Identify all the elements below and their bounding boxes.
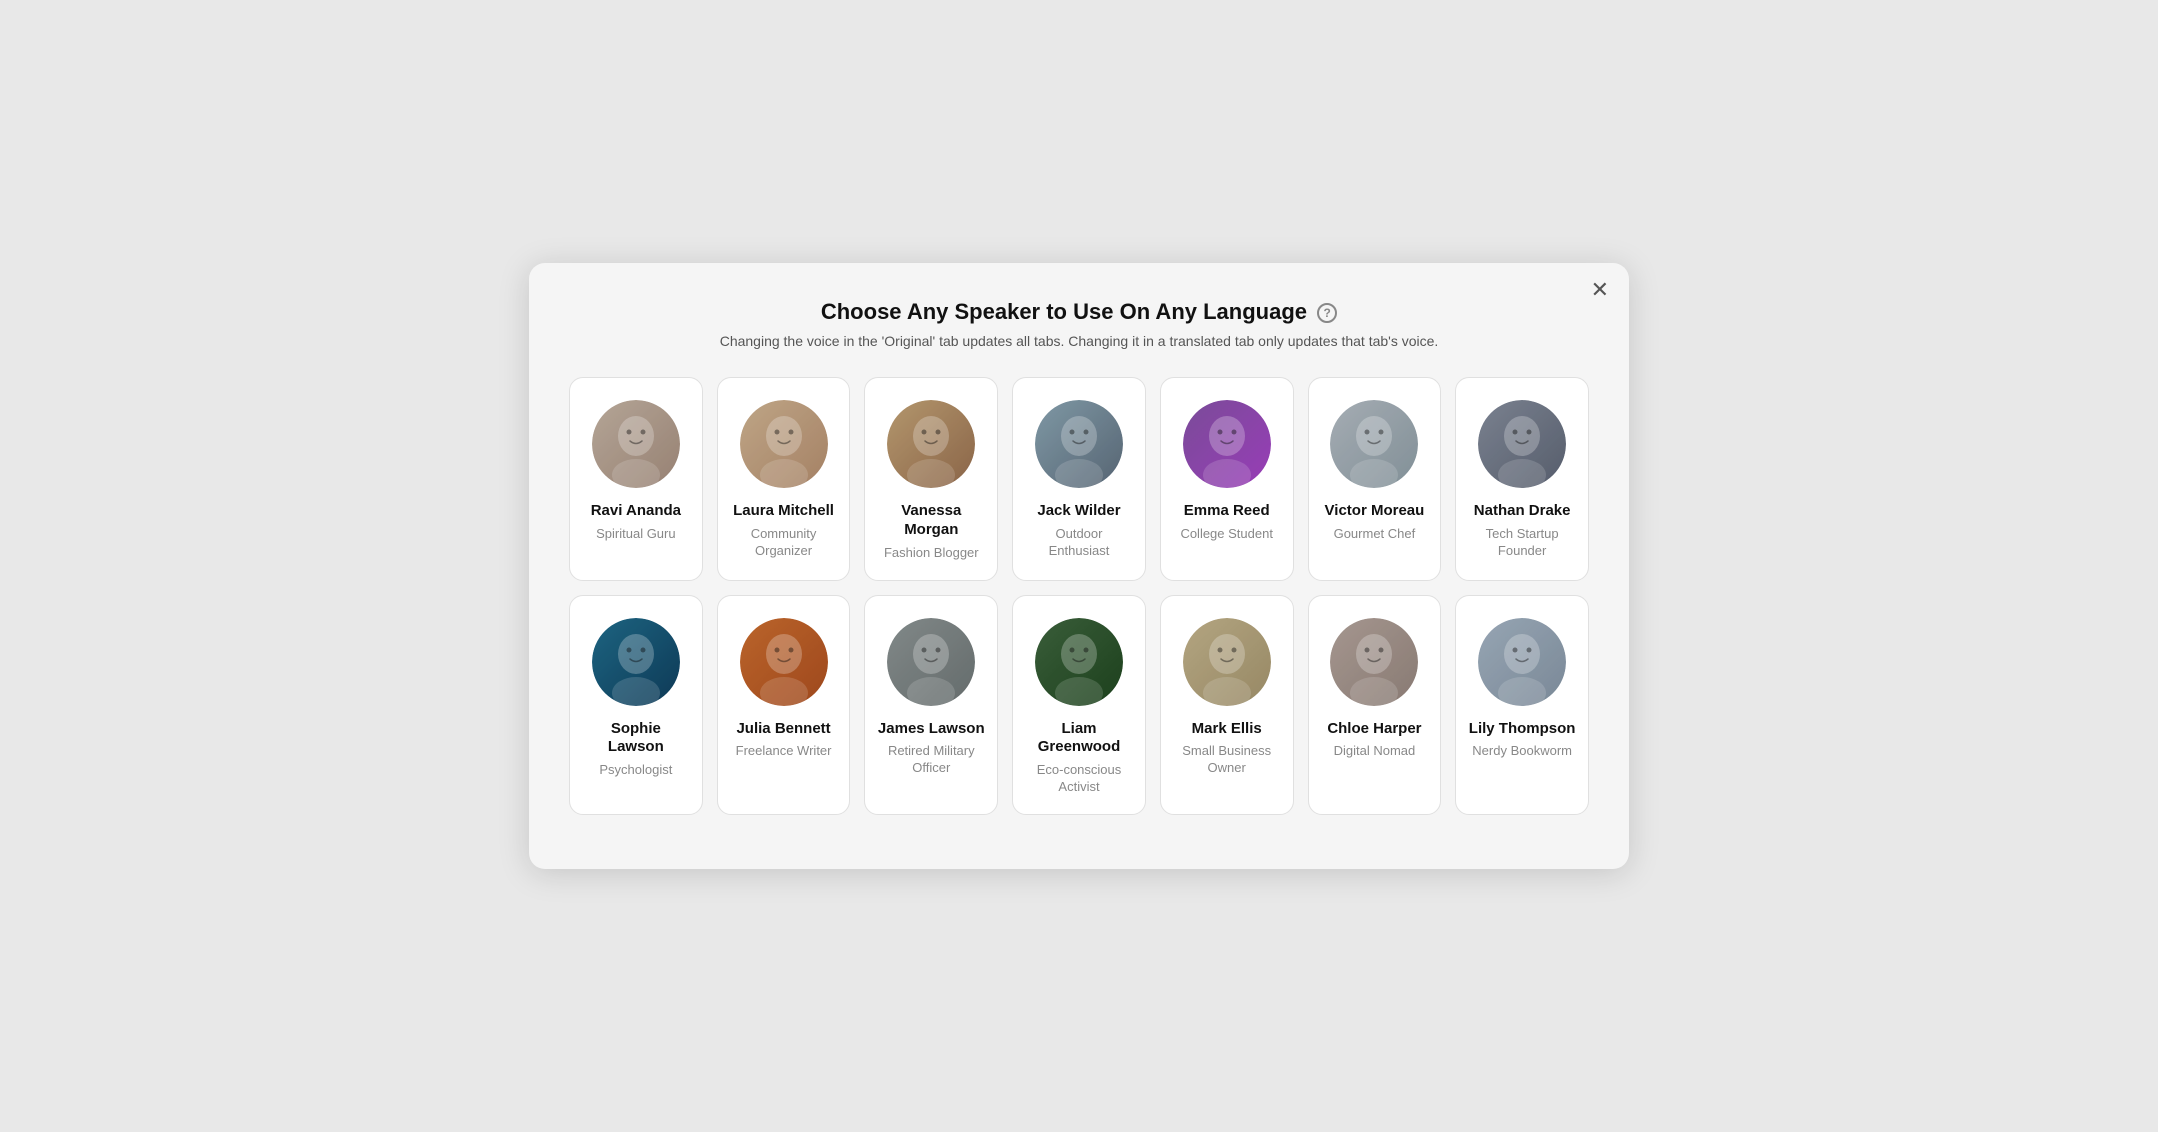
- speaker-card-jack[interactable]: Jack Wilder Outdoor Enthusiast: [1012, 377, 1146, 580]
- speaker-name-liam: Liam Greenwood: [1025, 720, 1133, 758]
- avatar-vanessa: [887, 400, 975, 488]
- speaker-card-mark[interactable]: Mark Ellis Small Business Owner: [1160, 595, 1294, 815]
- speaker-role-chloe: Digital Nomad: [1334, 743, 1416, 760]
- avatar-laura: [740, 400, 828, 488]
- speaker-card-liam[interactable]: Liam Greenwood Eco-conscious Activist: [1012, 595, 1146, 815]
- speaker-card-nathan[interactable]: Nathan Drake Tech Startup Founder: [1455, 377, 1589, 580]
- speaker-name-victor: Victor Moreau: [1325, 502, 1425, 521]
- speaker-card-ravi[interactable]: Ravi Ananda Spiritual Guru: [569, 377, 703, 580]
- speaker-role-julia: Freelance Writer: [736, 743, 832, 760]
- avatar-lily: [1478, 618, 1566, 706]
- speaker-role-nathan: Tech Startup Founder: [1468, 526, 1576, 560]
- avatar-james: [887, 618, 975, 706]
- speaker-role-victor: Gourmet Chef: [1334, 526, 1416, 543]
- speaker-name-emma: Emma Reed: [1184, 502, 1270, 521]
- speaker-role-lily: Nerdy Bookworm: [1472, 743, 1572, 760]
- speaker-card-sophie[interactable]: Sophie Lawson Psychologist: [569, 595, 703, 815]
- speaker-name-julia: Julia Bennett: [736, 720, 830, 739]
- speaker-role-liam: Eco-conscious Activist: [1025, 762, 1133, 796]
- speaker-name-ravi: Ravi Ananda: [591, 502, 681, 521]
- speaker-selection-modal: ✕ Choose Any Speaker to Use On Any Langu…: [529, 263, 1629, 869]
- avatar-jack: [1035, 400, 1123, 488]
- speaker-card-chloe[interactable]: Chloe Harper Digital Nomad: [1308, 595, 1442, 815]
- speaker-card-emma[interactable]: Emma Reed College Student: [1160, 377, 1294, 580]
- speaker-name-james: James Lawson: [878, 720, 985, 739]
- speaker-name-laura: Laura Mitchell: [733, 502, 834, 521]
- avatar-julia: [740, 618, 828, 706]
- speaker-name-lily: Lily Thompson: [1469, 720, 1576, 739]
- speaker-name-vanessa: Vanessa Morgan: [877, 502, 985, 540]
- speaker-card-vanessa[interactable]: Vanessa Morgan Fashion Blogger: [864, 377, 998, 580]
- speaker-role-james: Retired Military Officer: [877, 743, 985, 777]
- speaker-name-sophie: Sophie Lawson: [582, 720, 690, 758]
- help-icon[interactable]: ?: [1317, 303, 1337, 323]
- speaker-card-julia[interactable]: Julia Bennett Freelance Writer: [717, 595, 851, 815]
- speaker-role-mark: Small Business Owner: [1173, 743, 1281, 777]
- avatar-mark: [1183, 618, 1271, 706]
- speaker-card-james[interactable]: James Lawson Retired Military Officer: [864, 595, 998, 815]
- speaker-card-lily[interactable]: Lily Thompson Nerdy Bookworm: [1455, 595, 1589, 815]
- speaker-role-sophie: Psychologist: [599, 762, 672, 779]
- speaker-role-jack: Outdoor Enthusiast: [1025, 526, 1133, 560]
- modal-subtitle: Changing the voice in the 'Original' tab…: [569, 333, 1589, 349]
- avatar-liam: [1035, 618, 1123, 706]
- speaker-role-ravi: Spiritual Guru: [596, 526, 675, 543]
- speaker-card-victor[interactable]: Victor Moreau Gourmet Chef: [1308, 377, 1442, 580]
- avatar-emma: [1183, 400, 1271, 488]
- speaker-name-nathan: Nathan Drake: [1474, 502, 1571, 521]
- avatar-ravi: [592, 400, 680, 488]
- speaker-role-emma: College Student: [1180, 526, 1273, 543]
- speaker-card-laura[interactable]: Laura Mitchell Community Organizer: [717, 377, 851, 580]
- modal-title: Choose Any Speaker to Use On Any Languag…: [569, 299, 1589, 325]
- speaker-role-vanessa: Fashion Blogger: [884, 545, 979, 562]
- avatar-chloe: [1330, 618, 1418, 706]
- avatar-sophie: [592, 618, 680, 706]
- speaker-role-laura: Community Organizer: [730, 526, 838, 560]
- speakers-row-1: Ravi Ananda Spiritual Guru Laura Mitchell…: [569, 377, 1589, 580]
- speaker-name-mark: Mark Ellis: [1192, 720, 1262, 739]
- close-button[interactable]: ✕: [1591, 279, 1609, 301]
- speaker-name-chloe: Chloe Harper: [1327, 720, 1421, 739]
- avatar-victor: [1330, 400, 1418, 488]
- avatar-nathan: [1478, 400, 1566, 488]
- speaker-name-jack: Jack Wilder: [1037, 502, 1120, 521]
- speakers-row-2: Sophie Lawson Psychologist Julia Bennett F…: [569, 595, 1589, 815]
